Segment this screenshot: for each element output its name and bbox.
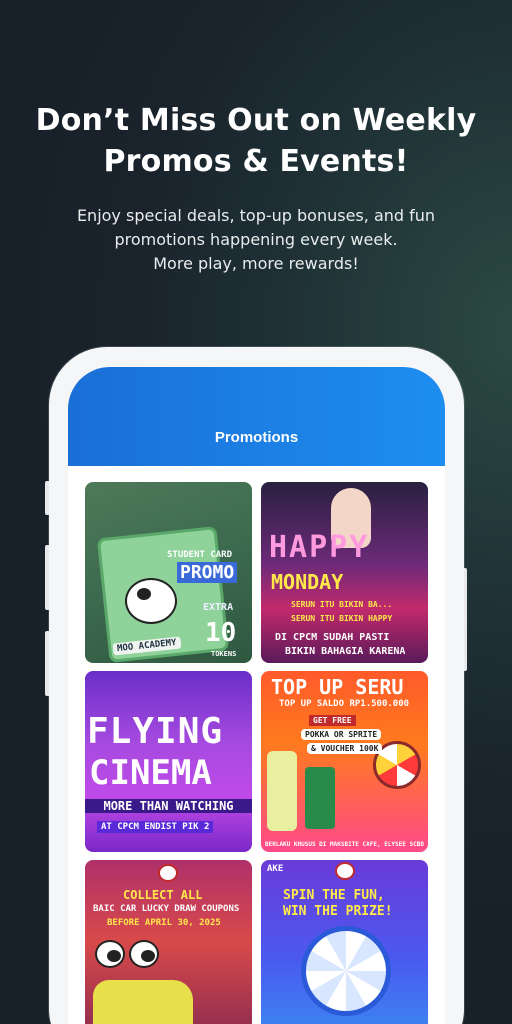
promo-text: MONDAY — [271, 570, 344, 594]
promo-text: SPIN THE FUN, — [283, 888, 385, 903]
promo-text: PROMO — [177, 562, 238, 583]
promo-text: 10 — [205, 618, 237, 648]
promo-text: DI CPCM SUDAH PASTI — [275, 632, 390, 643]
app-header: Promotions — [68, 367, 445, 466]
promo-text: POKKA OR SPRITE — [301, 729, 382, 740]
car-image — [93, 980, 193, 1024]
promo-text: HAPPY — [269, 530, 370, 565]
subtext-line-2: promotions happening every week. — [114, 230, 398, 249]
promo-text: TOP UP SERU — [271, 675, 404, 699]
promo-text: GET FREE — [309, 715, 356, 726]
promo-card-happy-monday[interactable]: HAPPY MONDAY SERUN ITU BIKIN BA... SERUN… — [261, 482, 428, 663]
promo-text: FLYING — [87, 711, 224, 752]
promo-text: SERUN ITU BIKIN BA... — [291, 600, 393, 609]
mascot-cow-icon — [129, 940, 159, 968]
page-title: Promotions — [214, 429, 299, 446]
headline-line-1: Don’t Miss Out on Weekly — [35, 103, 477, 138]
spin-wheel-icon — [301, 926, 391, 1016]
promo-card-collect-all[interactable]: COLLECT ALL BAIC CAR LUCKY DRAW COUPONS … — [85, 860, 252, 1024]
promo-card-top-up-seru[interactable]: TOP UP SERU TOP UP SALDO RP1.500.000 GET… — [261, 671, 428, 852]
promo-text: TOKENS — [211, 650, 237, 658]
promo-text: BEFORE APRIL 30, 2025 — [107, 918, 221, 928]
promo-text: EXTRA — [203, 602, 234, 613]
mascot-cow-icon — [125, 578, 177, 624]
promotions-grid: STUDENT CARD PROMO EXTRA 10 TOKENS MOO A… — [85, 482, 428, 1024]
promo-text: SERUN ITU BIKIN HAPPY — [291, 614, 393, 623]
brand-logo-icon — [158, 864, 178, 882]
drink-can-icon — [305, 767, 335, 829]
promo-text: & VOUCHER 100K — [307, 743, 383, 754]
drink-bottle-icon — [267, 751, 297, 831]
onboarding-headline: Don’t Miss Out on Weekly Promos & Events… — [0, 100, 512, 182]
promo-text: CINEMA — [89, 753, 212, 793]
phone-screen: Promotions STUDENT CARD PROMO EXTRA 10 T… — [68, 367, 445, 1024]
brand-logo-icon — [335, 862, 355, 880]
promo-card-flying-cinema[interactable]: FLYING CINEMA MORE THAN WATCHING AT CPCM… — [85, 671, 252, 852]
promo-text: MORE THAN WATCHING — [85, 799, 252, 813]
promo-text: AKE — [267, 864, 284, 874]
subtext-line-1: Enjoy special deals, top-up bonuses, and… — [76, 206, 436, 225]
headline-line-2: Promos & Events! — [103, 144, 409, 179]
promo-card-student-card[interactable]: STUDENT CARD PROMO EXTRA 10 TOKENS MOO A… — [85, 482, 252, 663]
mascot-cow-icon — [95, 940, 125, 968]
promo-text: BAIC CAR LUCKY DRAW COUPONS — [93, 904, 240, 914]
promo-text: TOP UP SALDO RP1.500.000 — [279, 699, 410, 709]
promo-card-spin-the-fun[interactable]: AKE SPIN THE FUN, WIN THE PRIZE! — [261, 860, 428, 1024]
promo-text: BIKIN BAHAGIA KARENA — [285, 646, 406, 657]
onboarding-subtext: Enjoy special deals, top-up bonuses, and… — [0, 204, 512, 276]
promo-text: BERLAKU KHUSUS DI MAKSBITE CAFE, ELYSEE … — [265, 841, 424, 848]
promo-text: STUDENT CARD — [167, 550, 233, 560]
subtext-line-3: More play, more rewards! — [153, 254, 359, 273]
promo-text: COLLECT ALL — [123, 888, 203, 902]
promo-text: WIN THE PRIZE! — [283, 904, 393, 919]
promo-text: AT CPCM ENDIST PIK 2 — [97, 821, 214, 833]
